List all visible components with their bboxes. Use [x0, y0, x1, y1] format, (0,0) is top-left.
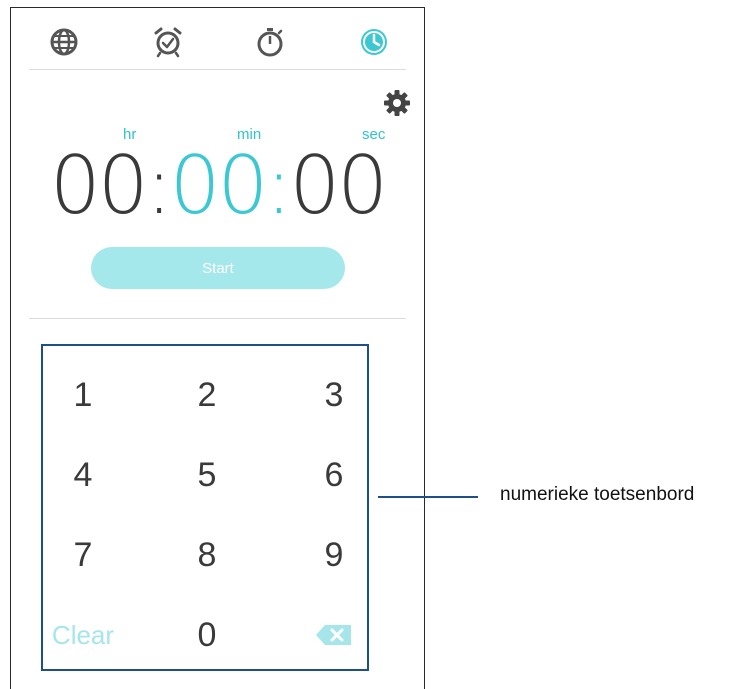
key-0[interactable]: 0 — [167, 610, 247, 660]
callout-line — [378, 496, 478, 498]
separator: : — [145, 139, 173, 232]
key-8[interactable]: 8 — [167, 530, 247, 580]
gear-icon — [384, 90, 410, 116]
separator: : — [265, 139, 292, 232]
seconds-value[interactable]: 00 — [289, 139, 388, 232]
key-3[interactable]: 3 — [294, 370, 374, 420]
key-4[interactable]: 4 — [43, 450, 123, 500]
tab-alarm[interactable] — [148, 22, 188, 62]
alarm-clock-icon — [154, 27, 182, 58]
key-6[interactable]: 6 — [294, 450, 374, 500]
key-1[interactable]: 1 — [43, 370, 123, 420]
callout-label: numerieke toetsenbord — [500, 484, 695, 505]
tab-bar — [11, 8, 424, 70]
key-9[interactable]: 9 — [294, 530, 374, 580]
tab-timer[interactable] — [354, 22, 394, 62]
backspace-icon — [316, 625, 351, 645]
settings-button[interactable] — [382, 88, 412, 118]
timer-icon — [361, 29, 387, 55]
hours-value[interactable]: 00 — [50, 139, 149, 232]
tab-world-clock[interactable] — [44, 22, 84, 62]
tab-stopwatch[interactable] — [250, 22, 290, 62]
key-7[interactable]: 7 — [43, 530, 123, 580]
tab-divider — [29, 69, 406, 70]
stopwatch-icon — [257, 28, 283, 57]
key-5[interactable]: 5 — [167, 450, 247, 500]
key-2[interactable]: 2 — [167, 370, 247, 420]
globe-icon — [50, 28, 78, 56]
keypad-divider — [29, 318, 406, 319]
clear-button[interactable]: Clear — [43, 610, 123, 660]
numeric-keypad: 1 2 3 4 5 6 7 8 9 Clear 0 — [41, 344, 369, 671]
timer-display: 00:00:00 — [11, 136, 424, 236]
backspace-button[interactable] — [294, 610, 374, 660]
start-button[interactable]: Start — [91, 247, 345, 289]
minutes-value[interactable]: 00 — [170, 139, 269, 232]
